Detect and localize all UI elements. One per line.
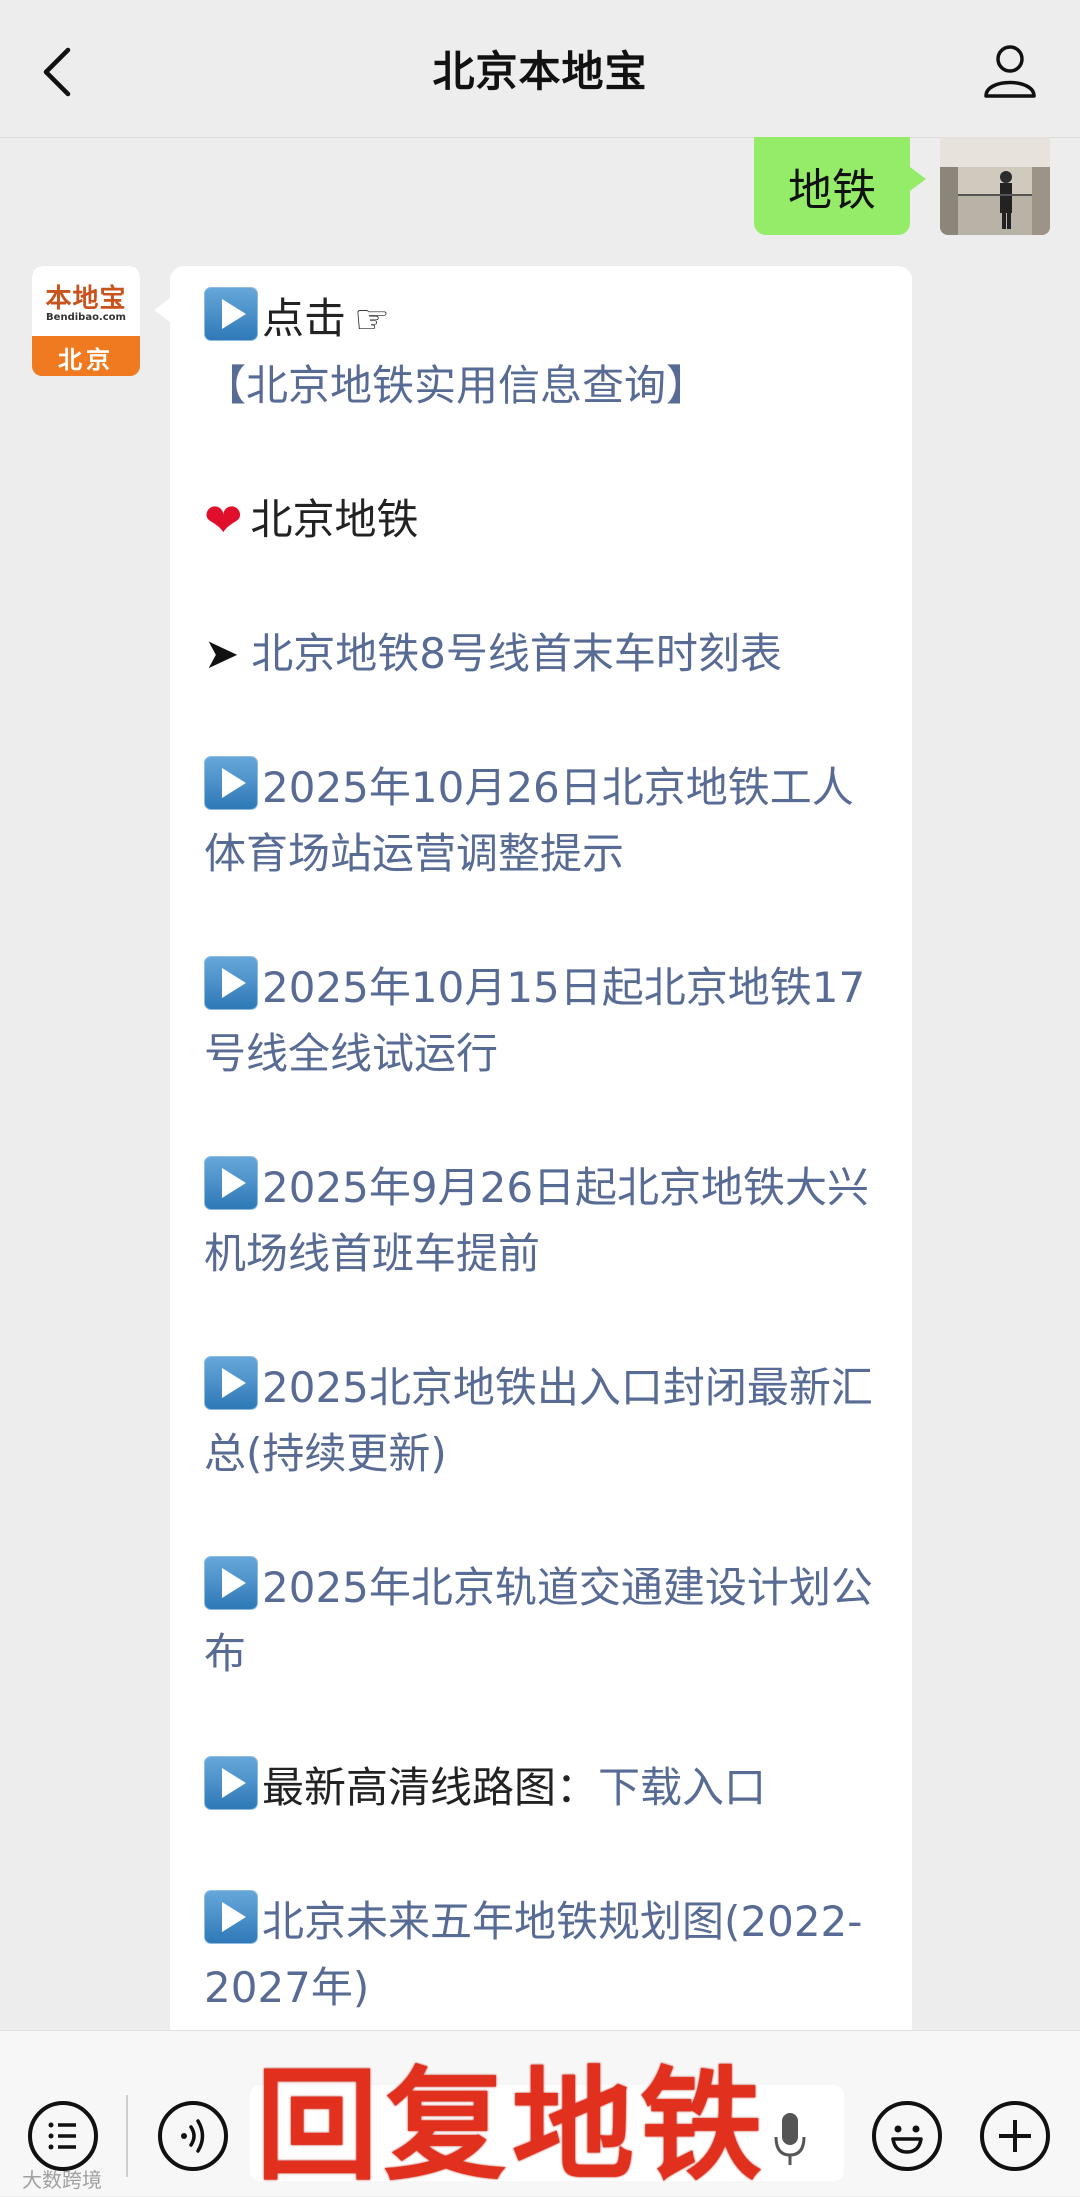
watermark: 大数跨境 (22, 2168, 102, 2192)
play-icon (204, 1890, 258, 1944)
section-title-text: 北京地铁 (250, 495, 419, 544)
bot-message-bubble: 点击 ☞ 【北京地铁实用信息查询】 ❤ 北京地铁 ➤ 北京地铁8号线首末车时刻表 202… (154, 266, 912, 2046)
input-divider (126, 2095, 128, 2177)
arrow-icon: ➤ (204, 629, 240, 678)
route-map-item: 最新高清线路图：下载入口 (204, 1755, 886, 1821)
section-title: ❤ 北京地铁 (204, 487, 886, 553)
list-item[interactable]: 2025年10月15日起北京地铁17号线全线试运行 (204, 955, 886, 1087)
avatar-brand: 本地宝 (45, 284, 127, 314)
list-item[interactable]: 2025北京地铁出入口封闭最新汇总(持续更新) (204, 1355, 886, 1487)
route-map-link[interactable]: 下载入口 (598, 1763, 766, 1812)
list-item-text[interactable]: 2025年北京轨道交通建设计划公布 (204, 1563, 873, 1678)
list-item-text[interactable]: 2025年9月26日起北京地铁大兴机场线首班车提前 (204, 1163, 869, 1278)
play-icon (204, 1156, 258, 1210)
play-icon (204, 1756, 258, 1810)
list-item-text[interactable]: 2025年10月15日起北京地铁17号线全线试运行 (204, 963, 865, 1078)
play-icon (204, 1356, 258, 1410)
list-item[interactable]: 2025年9月26日起北京地铁大兴机场线首班车提前 (204, 1155, 886, 1287)
profile-icon[interactable] (982, 42, 1038, 98)
list-item-text[interactable]: 2025年10月26日北京地铁工人体育场站运营调整提示 (204, 763, 854, 878)
play-icon (204, 756, 258, 810)
heart-icon: ❤ (204, 493, 243, 547)
chat-header: 北京本地宝 (0, 0, 1080, 138)
future-plan-item[interactable]: 北京未来五年地铁规划图(2022-2027年) (204, 1889, 886, 2021)
play-icon (204, 1556, 258, 1610)
line8-item[interactable]: ➤ 北京地铁8号线首末车时刻表 (204, 621, 886, 687)
user-avatar[interactable] (940, 137, 1050, 235)
list-item-text[interactable]: 2025北京地铁出入口封闭最新汇总(持续更新) (204, 1363, 873, 1478)
plus-icon[interactable] (980, 2101, 1050, 2171)
click-prefix: 点击 (262, 294, 347, 343)
menu-icon[interactable] (28, 2101, 98, 2171)
emoji-icon[interactable] (872, 2101, 942, 2171)
reply-overlay-text: 回复地铁 (256, 2055, 768, 2197)
official-account-avatar[interactable]: 本地宝 Bendibao.com 北京 (32, 266, 140, 376)
list-item[interactable]: 2025年10月26日北京地铁工人体育场站运营调整提示 (204, 755, 886, 887)
user-message-text: 地铁 (788, 165, 876, 216)
mic-icon[interactable] (770, 2109, 810, 2169)
query-link[interactable]: 【北京地铁实用信息查询】 (204, 361, 708, 410)
query-link-item[interactable]: 点击 ☞ 【北京地铁实用信息查询】 (204, 286, 886, 419)
play-icon (204, 287, 258, 341)
user-avatar-image (940, 137, 1050, 235)
future-plan-text[interactable]: 北京未来五年地铁规划图(2022-2027年) (204, 1897, 862, 2012)
chat-title: 北京本地宝 (432, 47, 648, 96)
play-icon (204, 956, 258, 1010)
bot-message-content: 点击 ☞ 【北京地铁实用信息查询】 ❤ 北京地铁 ➤ 北京地铁8号线首末车时刻表 202… (204, 286, 886, 2021)
avatar-city: 北京 (58, 346, 114, 374)
user-message-bubble: 地铁 (754, 137, 926, 235)
voice-icon[interactable] (158, 2101, 228, 2171)
hand-icon: ☞ (354, 297, 390, 343)
route-map-label: 最新高清线路图： (262, 1763, 599, 1812)
line8-link[interactable]: 北京地铁8号线首末车时刻表 (251, 629, 782, 678)
list-item[interactable]: 2025年北京轨道交通建设计划公布 (204, 1555, 886, 1687)
input-bar: 回复地铁 (0, 2030, 1080, 2196)
avatar-url: Bendibao.com (46, 312, 126, 323)
